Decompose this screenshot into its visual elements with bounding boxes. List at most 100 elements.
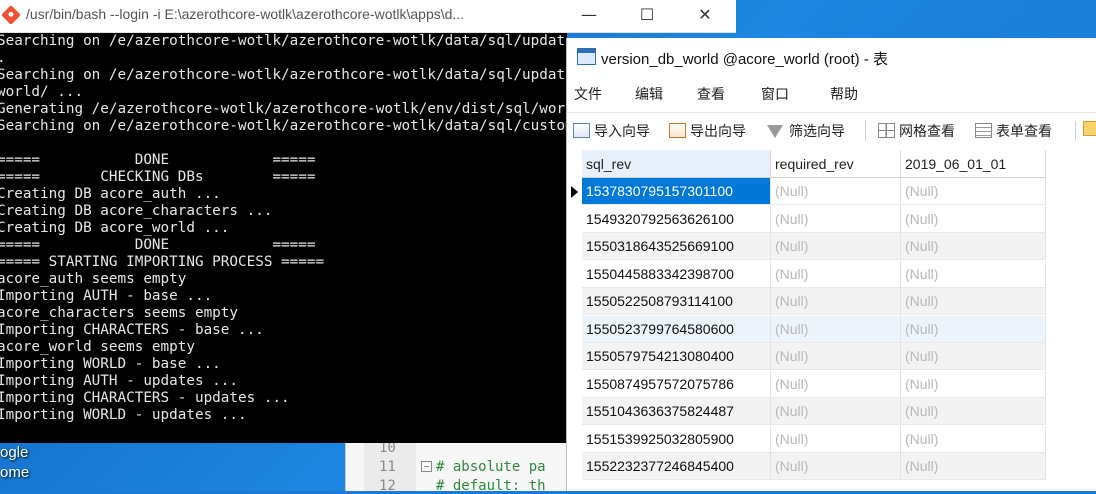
terminal-line: acore_auth seems empty [0,271,187,287]
cell-2019-06-01-01[interactable]: (Null) [901,205,1046,233]
export-wizard-button[interactable]: 导出向导 [669,121,746,141]
terminal-line: Searching on /e/azerothcore-wotlk/azerot… [0,118,567,134]
menu-edit[interactable]: 编辑 [635,84,663,104]
menu-window[interactable]: 窗口 [761,84,789,104]
table-row[interactable]: 1552232377246845400 (Null) (Null) [582,453,1046,480]
terminal-line: Creating DB acore_characters ... [0,203,273,219]
cell-required-rev[interactable]: (Null) [771,398,901,425]
menu-view[interactable]: 查看 [697,84,725,104]
minimize-button[interactable]: — [566,0,612,32]
table-viewer-titlebar[interactable]: version_db_world @acore_world (root) - 表 [567,38,1096,76]
terminal-output[interactable]: Searching on /e/azerothcore-wotlk/azerot… [0,33,567,443]
toolbar-separator [865,121,866,141]
filter-label: 筛选向导 [789,124,845,140]
table-row[interactable]: 1549320792563626100 (Null) (Null) [582,205,1046,233]
maximize-button[interactable]: ☐ [624,0,670,32]
close-button[interactable]: ✕ [682,0,728,32]
filter-wizard-button[interactable]: 筛选向导 [767,121,845,141]
cell-required-rev[interactable]: (Null) [771,370,901,398]
terminal-line: Importing WORLD - updates ... [0,407,247,423]
cell-2019-06-01-01[interactable]: (Null) [901,178,1046,205]
cell-2019-06-01-01[interactable]: (Null) [901,260,1046,288]
terminal-line: Importing AUTH - updates ... [0,373,239,389]
import-icon [573,123,590,138]
terminal-line: Creating DB acore_world ... [0,220,230,236]
git-bash-icon [1,5,21,25]
terminal-line: Importing AUTH - base ... [0,288,213,304]
cell-sql-rev[interactable]: 1550874957572075786 [582,370,771,398]
column-header[interactable]: required_rev [771,150,901,178]
window-title: version_db_world @acore_world (root) - 表 [601,51,889,68]
cell-sql-rev[interactable]: 1551043636375824487 [582,398,771,425]
terminal-line: acore_world seems empty [0,339,195,355]
grid-view-button[interactable]: 网格查看 [878,121,955,141]
cell-sql-rev[interactable]: 1550318643525669100 [582,233,771,260]
cell-required-rev[interactable]: (Null) [771,288,901,315]
cell-2019-06-01-01[interactable]: (Null) [901,343,1046,370]
form-view-button[interactable]: 表单查看 [975,121,1052,141]
table-row[interactable]: 1550874957572075786 (Null) (Null) [582,370,1046,398]
cell-2019-06-01-01[interactable]: (Null) [901,315,1046,343]
data-grid[interactable]: sql_rev required_rev 2019_06_01_01 15378307… [567,150,1096,491]
cell-sql-rev[interactable]: 1550579754213080400 [582,343,771,370]
desktop-icon-label-chrome[interactable]: ome [0,464,29,481]
fold-toggle-icon[interactable]: − [421,461,432,472]
import-label: 导入向导 [594,124,650,140]
cell-required-rev[interactable]: (Null) [771,178,901,205]
table-row[interactable]: 1550318643525669100 (Null) (Null) [582,233,1046,260]
desktop-icon-label-google[interactable]: ogle [0,444,28,461]
terminal-line: Generating /e/azerothcore-wotlk/azerothc… [0,101,567,117]
table-row[interactable]: 1550523799764580600 (Null) (Null) [582,315,1046,343]
terminal-line: Importing CHARACTERS - updates ... [0,390,290,406]
table-icon [577,48,596,65]
cell-required-rev[interactable]: (Null) [771,205,901,233]
table-row[interactable]: 1550445883342398700 (Null) (Null) [582,260,1046,288]
terminal-line: ===== CHECKING DBs ===== [0,169,316,185]
text-editor-window[interactable]: 10 11 12 − # absolute pa # default: th [345,440,576,494]
cell-required-rev[interactable]: (Null) [771,233,901,260]
cell-2019-06-01-01[interactable]: (Null) [901,370,1046,398]
table-row[interactable]: 1537830795157301100 (Null) (Null) [582,178,1046,205]
cell-required-rev[interactable]: (Null) [771,425,901,453]
cell-required-rev[interactable]: (Null) [771,453,901,480]
grid-icon [878,123,895,138]
menu-help[interactable]: 帮助 [830,84,858,104]
column-header[interactable]: 2019_06_01_01 [901,150,1046,178]
terminal-line: ===== STARTING IMPORTING PROCESS ===== [0,254,325,270]
column-header[interactable]: sql_rev [582,150,771,178]
cell-2019-06-01-01[interactable]: (Null) [901,288,1046,315]
table-row[interactable]: 1551043636375824487 (Null) (Null) [582,398,1046,425]
cell-required-rev[interactable]: (Null) [771,260,901,288]
line-number: 12 [379,478,396,494]
cell-2019-06-01-01[interactable]: (Null) [901,453,1046,480]
terminal-line: world/ ... [0,84,84,100]
terminal-line: ===== DONE ===== [0,237,316,253]
table-viewer-window[interactable]: version_db_world @acore_world (root) - 表… [566,38,1096,491]
terminal-line: . [0,50,6,67]
more-tool-button[interactable] [1083,121,1096,141]
cell-sql-rev[interactable]: 1549320792563626100 [582,205,771,233]
cell-required-rev[interactable]: (Null) [771,315,901,343]
cell-sql-rev[interactable]: 1550523799764580600 [582,315,771,343]
grid-label: 网格查看 [899,124,955,140]
table-row[interactable]: 1550522508793114100 (Null) (Null) [582,288,1046,315]
cell-required-rev[interactable]: (Null) [771,343,901,370]
cell-2019-06-01-01[interactable]: (Null) [901,398,1046,425]
table-row[interactable]: 1551539925032805900 (Null) (Null) [582,425,1046,453]
cell-sql-rev[interactable]: 1552232377246845400 [582,453,771,480]
cell-2019-06-01-01[interactable]: (Null) [901,233,1046,260]
filter-icon [767,125,783,138]
cell-sql-rev[interactable]: 1537830795157301100 [582,178,771,205]
terminal-titlebar[interactable]: /usr/bin/bash --login -i E:\azerothcore-… [0,0,736,33]
cell-sql-rev[interactable]: 1551539925032805900 [582,425,771,453]
cell-sql-rev[interactable]: 1550445883342398700 [582,260,771,288]
terminal-line: Creating DB acore_auth ... [0,186,221,202]
menu-file[interactable]: 文件 [574,84,602,104]
export-label: 导出向导 [690,124,746,140]
table-row[interactable]: 1550579754213080400 (Null) (Null) [582,343,1046,370]
code-line: # default: th [436,478,546,494]
cell-2019-06-01-01[interactable]: (Null) [901,425,1046,453]
cell-sql-rev[interactable]: 1550522508793114100 [582,288,771,315]
row-indicator [567,178,582,205]
import-wizard-button[interactable]: 导入向导 [573,121,650,141]
